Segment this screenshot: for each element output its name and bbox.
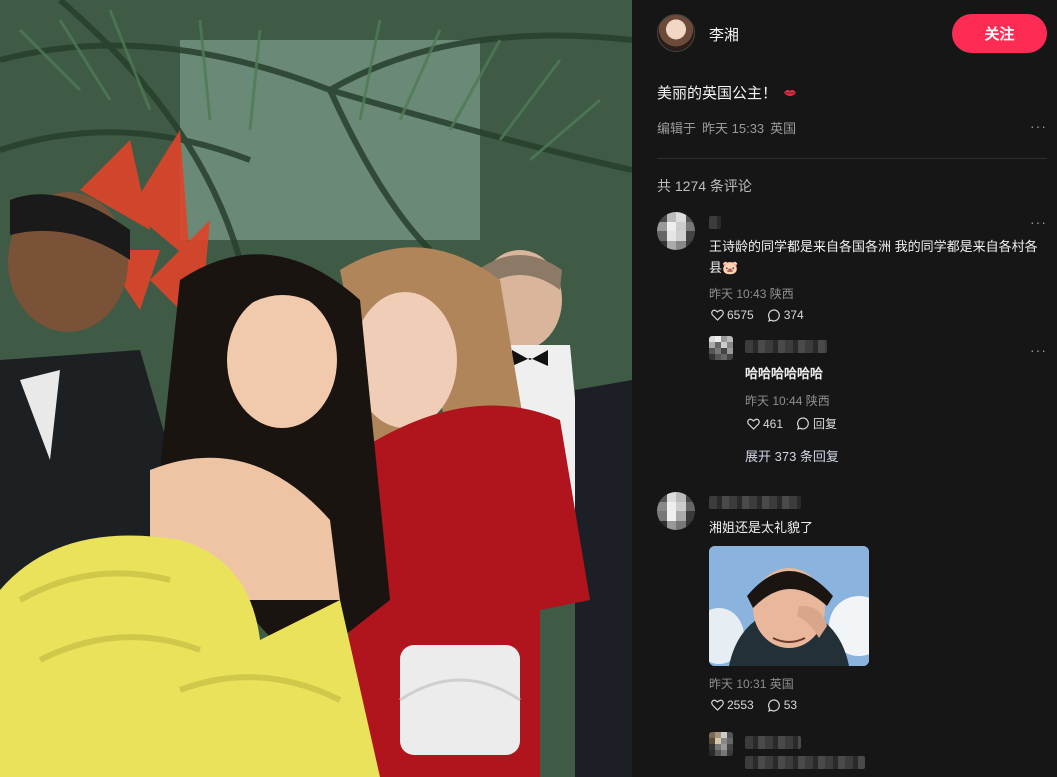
comment-meta: 昨天 10:43 陕西 bbox=[709, 285, 794, 302]
post-caption-row: 美丽的英国公主！ bbox=[657, 82, 797, 103]
like-count: 461 bbox=[763, 416, 784, 431]
reply-meta: 昨天 10:44 陕西 bbox=[745, 392, 830, 409]
expand-replies-link[interactable]: 展开 373 条回复 bbox=[745, 446, 839, 465]
photo-illustration bbox=[0, 0, 632, 777]
reply-avatar[interactable] bbox=[709, 732, 733, 756]
comment-location: 英国 bbox=[769, 677, 794, 691]
post-time: 昨天 15:33 bbox=[702, 121, 765, 136]
reply-button[interactable]: 回复 bbox=[797, 415, 837, 432]
reply-location: 陕西 bbox=[805, 394, 830, 408]
comment-icon bbox=[767, 698, 780, 712]
like-button[interactable]: 6575 bbox=[711, 308, 754, 322]
lips-icon bbox=[784, 89, 797, 96]
comment-text: 王诗龄的同学都是来自各国各洲 我的同学都是来自各村各县🐷 bbox=[709, 239, 1038, 275]
comment-avatar[interactable] bbox=[657, 212, 695, 250]
comment-location: 陕西 bbox=[769, 287, 794, 301]
reply-text: 哈哈哈哈哈哈 bbox=[745, 366, 824, 381]
comment-time: 昨天 10:43 bbox=[709, 287, 767, 301]
post-meta: 编辑于 昨天 15:33 英国 bbox=[657, 118, 802, 137]
comment-actions: 6575 374 bbox=[711, 308, 804, 322]
meme-illustration bbox=[709, 546, 869, 666]
comment-text: 湘姐还是太礼貌了 bbox=[709, 520, 814, 535]
more-icon[interactable]: ··· bbox=[1030, 342, 1047, 358]
like-button[interactable]: 2553 bbox=[711, 698, 754, 712]
follow-button[interactable]: 关注 bbox=[952, 14, 1047, 53]
author-avatar[interactable] bbox=[657, 14, 695, 52]
comment-actions: 2553 53 bbox=[711, 698, 797, 712]
reply-count: 53 bbox=[783, 698, 798, 712]
comment-count: 共 1274 条评论 bbox=[657, 178, 752, 194]
reply-count: 374 bbox=[783, 308, 804, 322]
reply-actions: 461 回复 bbox=[747, 415, 837, 432]
comment-time: 昨天 10:31 bbox=[709, 677, 767, 691]
heart-icon bbox=[711, 309, 724, 321]
comment-image[interactable] bbox=[709, 546, 869, 666]
post-location: 英国 bbox=[770, 121, 797, 136]
reply-avatar[interactable] bbox=[709, 336, 733, 360]
like-button[interactable]: 461 bbox=[747, 417, 783, 431]
reply-label: 回复 bbox=[813, 417, 838, 431]
post-caption: 美丽的英国公主！ bbox=[657, 85, 778, 102]
comment-username-blurred[interactable] bbox=[709, 496, 801, 509]
reply-time: 昨天 10:44 bbox=[745, 394, 803, 408]
comment-icon bbox=[767, 308, 780, 322]
author-name[interactable]: 李湘 bbox=[709, 24, 739, 45]
detail-panel: 李湘 关注 美丽的英国公主！ 编辑于 昨天 15:33 英国 ··· 共 1274 … bbox=[632, 0, 1057, 777]
reply-count-button[interactable]: 53 bbox=[767, 698, 798, 712]
divider bbox=[657, 158, 1047, 159]
heart-icon bbox=[711, 699, 724, 711]
post-photo[interactable] bbox=[0, 0, 632, 777]
reply-count-button[interactable]: 374 bbox=[767, 308, 804, 322]
edited-prefix: 编辑于 bbox=[657, 121, 697, 136]
more-icon[interactable]: ··· bbox=[1030, 214, 1047, 230]
comment-icon bbox=[797, 417, 809, 430]
comment-meta: 昨天 10:31 英国 bbox=[709, 675, 794, 692]
reply-username-blurred[interactable] bbox=[745, 736, 801, 749]
heart-icon bbox=[747, 418, 760, 430]
comment-username-blurred[interactable] bbox=[709, 216, 721, 229]
comment-avatar[interactable] bbox=[657, 492, 695, 530]
reply-text-blurred bbox=[745, 756, 865, 769]
more-icon[interactable]: ··· bbox=[1030, 118, 1047, 134]
like-count: 6575 bbox=[727, 308, 754, 322]
reply-username-blurred[interactable] bbox=[745, 340, 827, 353]
like-count: 2553 bbox=[727, 698, 754, 712]
post-header: 李湘 关注 bbox=[632, 0, 1057, 66]
